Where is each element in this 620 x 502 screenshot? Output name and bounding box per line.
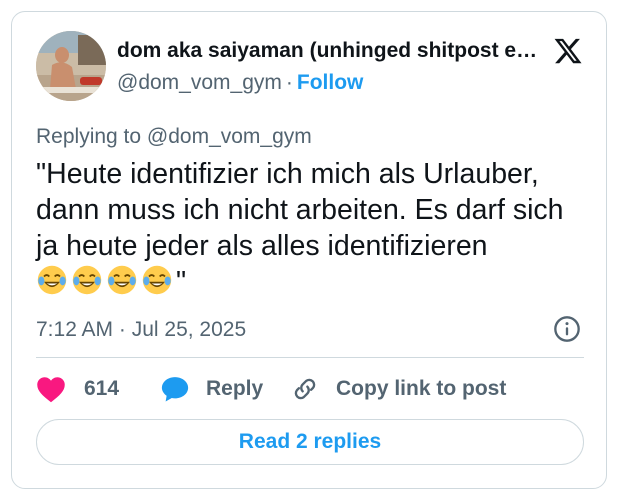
profile-photo-icon	[36, 31, 106, 101]
closing-quote: "	[176, 266, 187, 298]
copy-link-button[interactable]: Copy link to post	[290, 374, 506, 404]
x-logo-icon[interactable]	[552, 36, 584, 66]
reply-bubble-icon	[161, 377, 189, 402]
like-button[interactable]: 614	[36, 374, 119, 404]
post-timestamp[interactable]: 7:12 AM · Jul 25, 2025	[36, 317, 246, 343]
like-count: 614	[84, 377, 120, 400]
author-display-name[interactable]: dom aka saiyaman (unhinged shitpost e…	[117, 38, 547, 64]
embedded-post-card: dom aka saiyaman (unhinged shitpost e… @…	[11, 11, 607, 489]
tears-of-joy-emoji-icon	[142, 265, 172, 295]
tears-of-joy-emoji-icon	[72, 265, 102, 295]
heart-icon	[37, 377, 65, 403]
separator-dot: ·	[285, 71, 293, 94]
replying-to-label[interactable]: Replying to @dom_vom_gym	[36, 124, 312, 150]
reply-button[interactable]: Reply	[160, 374, 263, 404]
tweet-body: "Heute identifizier ich mich als Urlaube…	[36, 158, 572, 262]
author-handle[interactable]: @dom_vom_gym	[117, 71, 282, 94]
avatar[interactable]	[36, 31, 106, 101]
link-icon	[294, 378, 316, 400]
tears-of-joy-emoji-icon	[37, 265, 67, 295]
copy-link-label: Copy link to post	[336, 377, 507, 400]
tears-of-joy-emoji-icon	[107, 265, 137, 295]
follow-button[interactable]: Follow	[297, 71, 364, 94]
author-handle-row: @dom_vom_gym · Follow	[117, 70, 363, 96]
info-icon[interactable]	[553, 315, 581, 343]
read-replies-button[interactable]: Read 2 replies	[36, 419, 584, 465]
reply-label: Reply	[206, 377, 264, 400]
divider	[36, 357, 584, 358]
tweet-text: "Heute identifizier ich mich als Urlaube…	[36, 156, 586, 300]
emoji-row: "	[36, 265, 187, 298]
